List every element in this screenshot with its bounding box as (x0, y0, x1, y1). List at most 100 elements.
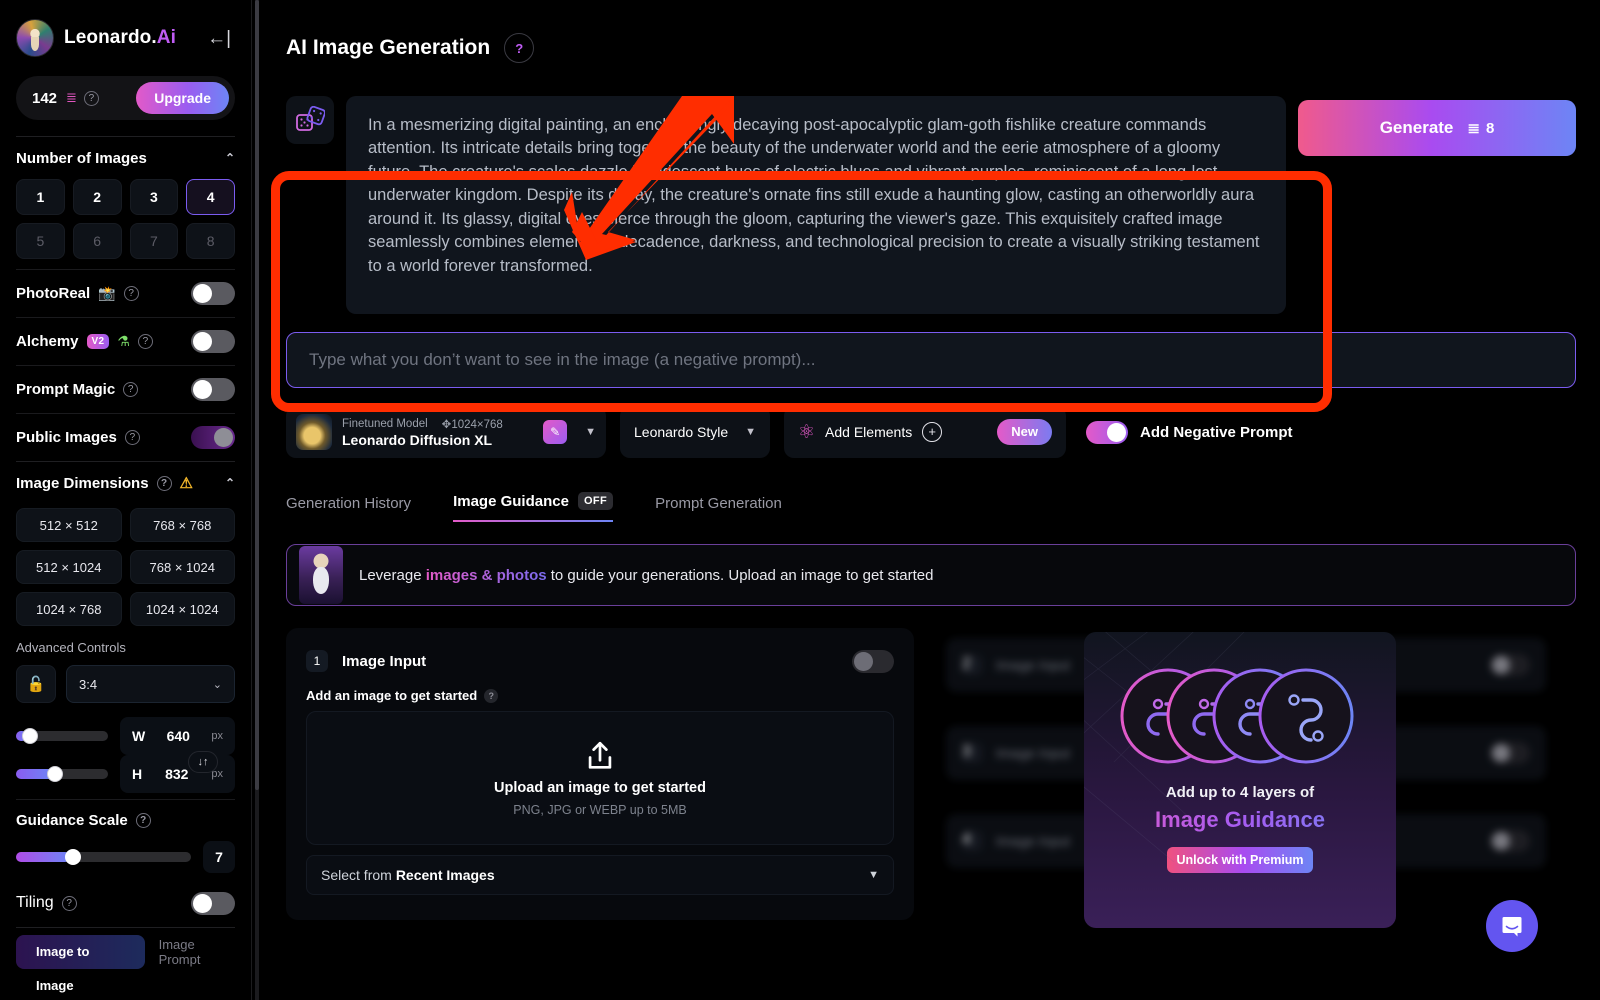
intercom-chat-button[interactable] (1486, 900, 1538, 952)
width-slider-knob[interactable] (22, 728, 39, 744)
dropzone-main-text: Upload an image to get started (494, 780, 706, 796)
tab-image-guidance-label: Image Guidance (453, 492, 569, 510)
chevron-up-icon[interactable]: ⌃ (225, 476, 235, 490)
height-slider-knob[interactable] (47, 766, 64, 782)
brand-name-accent: Ai (156, 27, 176, 48)
width-field[interactable]: W 640 px (120, 717, 235, 755)
image-count-6[interactable]: 6 (72, 223, 122, 259)
sidebar: Leonardo.Ai ←| 142 ≣ ? Upgrade Number of… (0, 0, 259, 1000)
dimension-512x512[interactable]: 512 × 512 (16, 508, 122, 542)
image-input-toggle[interactable] (852, 649, 894, 673)
image-guidance-layers-icon (1120, 668, 1354, 764)
random-prompt-dice-button[interactable] (286, 96, 334, 144)
dimension-1024x1024[interactable]: 1024 × 1024 (129, 592, 235, 626)
guidance-scale-header: Guidance Scale ? (16, 799, 235, 841)
guidance-scale-value[interactable]: 7 (203, 841, 235, 873)
image-input-help-icon[interactable]: ? (484, 688, 499, 703)
number-of-images-header[interactable]: Number of Images ⌃ (16, 137, 235, 179)
leverage-banner-text: Leverage images & photos to guide your g… (359, 567, 934, 584)
alchemy-help-icon[interactable]: ? (137, 334, 153, 349)
tab-image-to-image[interactable]: Image to Image (16, 935, 145, 993)
public-images-help-icon[interactable]: ? (124, 430, 140, 445)
image-count-7[interactable]: 7 (129, 223, 179, 259)
image-count-5[interactable]: 5 (16, 223, 65, 259)
image-dimensions-help-icon[interactable]: ? (156, 475, 172, 491)
swap-dimensions-button[interactable]: ↓↑ (188, 751, 218, 773)
width-slider[interactable] (16, 728, 108, 744)
style-selector[interactable]: Leonardo Style ▼ (620, 406, 770, 458)
dice-icon (296, 106, 325, 131)
chevron-up-icon[interactable]: ⌃ (225, 151, 235, 165)
aspect-ratio-row: 🔓 3:4 ⌄ (16, 665, 235, 703)
generate-button[interactable]: Generate ≣ 8 (1298, 100, 1576, 156)
add-elements-button[interactable]: ⚛ Add Elements + New (784, 406, 1066, 458)
recent-images-select[interactable]: Select from Recent Images ▼ (306, 855, 894, 895)
add-elements-label: Add Elements (825, 424, 913, 440)
credits-help-icon[interactable]: ? (83, 90, 99, 106)
image-input-number-badge: 1 (306, 650, 328, 672)
prompt-magic-toggle[interactable] (191, 378, 235, 401)
photoreal-help-icon[interactable]: ? (123, 286, 139, 301)
chevron-down-icon[interactable]: ▼ (577, 426, 596, 438)
guidance-scale-row: 7 (16, 841, 235, 873)
dimension-1024x768[interactable]: 1024 × 768 (16, 592, 122, 626)
image-count-8[interactable]: 8 (186, 223, 235, 259)
tab-prompt-generation[interactable]: Prompt Generation (655, 495, 782, 522)
leverage-suffix: to guide your generations. Upload an ima… (546, 566, 934, 584)
image-guidance-status-badge: OFF (577, 492, 614, 510)
prompt-input[interactable]: In a mesmerizing digital painting, an en… (346, 96, 1286, 314)
tiling-help-icon[interactable]: ? (61, 895, 77, 911)
toggle-knob (193, 284, 212, 303)
image-guidance-area: 2 Image Input 3 Image Input 4 Image Inpu… (286, 628, 1576, 938)
aspect-ratio-select[interactable]: 3:4 ⌄ (66, 665, 235, 703)
public-images-toggle[interactable] (191, 426, 235, 449)
avatar (16, 19, 54, 57)
setting-public-images: Public Images ? (16, 413, 235, 461)
main-tabs: Generation History Image Guidance OFF Pr… (286, 484, 1576, 522)
setting-prompt-magic: Prompt Magic ? (16, 365, 235, 413)
model-edit-icon[interactable]: ✎ (543, 420, 568, 444)
prompt-magic-help-icon[interactable]: ? (123, 382, 139, 397)
width-row: W 640 px (16, 717, 235, 755)
model-selector[interactable]: Finetuned Model ✥1024×768 Leonardo Diffu… (286, 406, 606, 458)
tab-image-prompt[interactable]: Image Prompt (159, 937, 235, 967)
tab-image-guidance[interactable]: Image Guidance OFF (453, 492, 614, 522)
add-negative-prompt-toggle[interactable] (1086, 420, 1128, 444)
guidance-scale-knob[interactable] (65, 849, 81, 865)
alchemy-flask-icon: ⚗ (117, 333, 130, 349)
height-slider[interactable] (16, 766, 108, 782)
guidance-scale-help-icon[interactable]: ? (135, 813, 151, 828)
model-controls-row: Finetuned Model ✥1024×768 Leonardo Diffu… (286, 406, 1576, 458)
warning-icon: ⚠ (179, 475, 193, 492)
plus-icon[interactable]: + (922, 422, 943, 442)
image-count-4[interactable]: 4 (186, 179, 235, 215)
sidebar-scrollbar-thumb[interactable] (255, 0, 259, 790)
coin-icon: ≣ (1467, 120, 1480, 137)
model-top-line: Finetuned Model ✥1024×768 (342, 417, 503, 431)
width-value[interactable]: 640 (145, 728, 211, 744)
guidance-scale-slider[interactable] (16, 849, 191, 865)
dimension-768x768[interactable]: 768 × 768 (129, 508, 235, 542)
sidebar-bottom-tabs: Image to Image Image Prompt (16, 932, 235, 993)
image-count-3[interactable]: 3 (129, 179, 179, 215)
width-unit: px (211, 730, 223, 742)
negative-prompt-input[interactable]: Type what you don’t want to see in the i… (286, 332, 1576, 388)
dimension-512x1024[interactable]: 512 × 1024 (16, 550, 122, 584)
photoreal-toggle[interactable] (191, 282, 235, 305)
tiling-toggle[interactable] (191, 891, 235, 915)
dimension-768x1024[interactable]: 768 × 1024 (129, 550, 235, 584)
image-count-2[interactable]: 2 (72, 179, 122, 215)
upload-dropzone[interactable]: Upload an image to get started PNG, JPG … (306, 711, 894, 845)
alchemy-toggle[interactable] (191, 330, 235, 353)
tab-generation-history[interactable]: Generation History (286, 495, 411, 522)
row-toggle (1490, 742, 1530, 764)
page-header: AI Image Generation ? (262, 0, 1600, 96)
recent-prefix: Select from (321, 867, 392, 883)
dimension-presets: 512 × 512 768 × 768 512 × 1024 768 × 102… (16, 508, 235, 626)
upgrade-button[interactable]: Upgrade (136, 82, 229, 114)
collapse-sidebar-icon[interactable]: ←| (203, 25, 235, 52)
image-count-1[interactable]: 1 (16, 179, 65, 215)
aspect-lock-button[interactable]: 🔓 (16, 665, 56, 703)
image-dimensions-header[interactable]: Image Dimensions ? ⚠ ⌃ (16, 462, 235, 504)
page-help-icon[interactable]: ? (504, 33, 535, 63)
